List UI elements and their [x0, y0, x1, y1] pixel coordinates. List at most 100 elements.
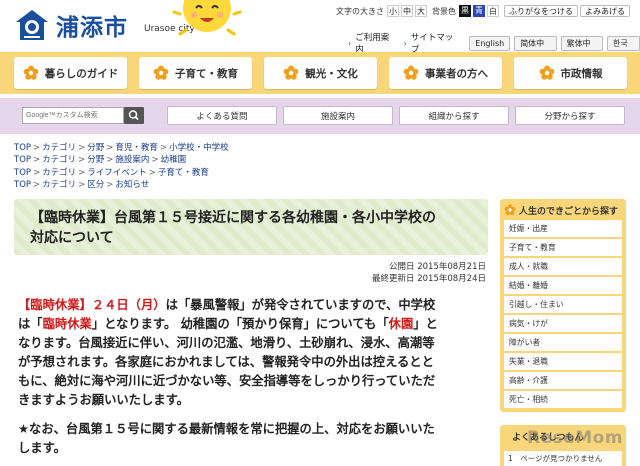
- bg-black-button[interactable]: 黒: [459, 5, 471, 17]
- nav-label: 観光・文化: [305, 67, 358, 80]
- flower-icon: [539, 65, 554, 80]
- breadcrumb-link[interactable]: 分野: [87, 155, 104, 165]
- breadcrumb-separator: >: [151, 155, 159, 166]
- breadcrumb-separator: >: [78, 179, 86, 190]
- life-events-sidebar: 人生のできごとから探す 妊娠・出産子育て・教育 成人・就職結婚・離婚引越し・住まい…: [500, 199, 626, 412]
- sidebar-item[interactable]: 引越し・住まい: [504, 296, 622, 313]
- breadcrumb-row: TOP > カテゴリ > 分野 > 育児・教育 > 小学校・中学校: [14, 142, 229, 154]
- sidebar-item[interactable]: 高齢・介護: [504, 372, 622, 389]
- breadcrumb-link[interactable]: TOP: [14, 155, 31, 165]
- breadcrumb-separator: >: [78, 167, 86, 178]
- sidebar-item[interactable]: 妊娠・出産: [504, 220, 622, 237]
- nav-tourism-culture[interactable]: 観光・文化: [264, 57, 377, 89]
- nav-label: 事業者の方へ: [425, 67, 488, 80]
- resemom-watermark: ReseMom: [527, 428, 624, 448]
- breadcrumb-link[interactable]: 分野: [87, 143, 104, 153]
- title-line: 【臨時休業】台風第１５号接近に関する各幼稚園・各小中学校の: [30, 210, 436, 226]
- closure-highlight: 臨時休業: [42, 317, 92, 331]
- search-by-organization-button[interactable]: 組織から探す: [399, 106, 509, 125]
- article-dates: 公開日 2015年08月21日 最終更新日 2015年08月24日: [360, 261, 486, 285]
- closure-notice: 【臨時休業】２４日（月）: [18, 298, 166, 312]
- body-text: は「: [18, 317, 43, 331]
- body-line: もに、絶対に海や河川に近づかない等、安全指導等をしっかり行っていただ: [18, 374, 436, 388]
- lang-simplified-chinese-button[interactable]: 简体中文: [514, 35, 557, 62]
- flower-icon: [504, 204, 516, 216]
- breadcrumb-link[interactable]: TOP: [14, 168, 31, 178]
- breadcrumb-link[interactable]: 施設案内: [115, 155, 149, 165]
- bg-blue-button[interactable]: 青: [473, 5, 485, 17]
- body-line: が予想されます。各家庭におかれましては、警報発令中の外出は控えるとと: [18, 355, 434, 369]
- sidebar-item[interactable]: 成人・就職: [504, 258, 622, 275]
- faq-button[interactable]: よくある質問: [167, 106, 277, 125]
- breadcrumb-link[interactable]: カテゴリ: [42, 168, 76, 178]
- nav-label: 市政情報: [560, 67, 603, 80]
- furigana-button[interactable]: ふりがなをつける: [504, 5, 578, 17]
- breadcrumb-separator: >: [78, 143, 86, 153]
- facility-guide-button[interactable]: 施設案内: [283, 106, 393, 125]
- article-body: 【臨時休業】２４日（月）は「暴風警報」が発令されていますので、中学校 は「臨時休…: [18, 296, 484, 410]
- breadcrumb-link[interactable]: 小学校・中学校: [169, 143, 229, 153]
- search-by-field-button[interactable]: 分野から探す: [515, 106, 625, 125]
- body-line: は「臨時休業」となります。 幼稚園の「預かり保育」についても「休園」と: [18, 315, 484, 334]
- nav-city-government[interactable]: 市政情報: [514, 57, 627, 89]
- breadcrumb-link[interactable]: お知らせ: [115, 180, 149, 190]
- bg-white-button[interactable]: 白: [487, 5, 499, 17]
- breadcrumb-separator: >: [33, 167, 41, 178]
- breadcrumb-link[interactable]: 区分: [87, 180, 104, 190]
- lang-korean-button[interactable]: 한국어: [607, 35, 640, 62]
- nav-for-businesses[interactable]: 事業者の方へ: [389, 57, 502, 89]
- sidebar-item[interactable]: 結婚・離婚: [504, 277, 622, 294]
- breadcrumb-link[interactable]: カテゴリ: [42, 143, 76, 153]
- breadcrumb-link[interactable]: TOP: [14, 180, 31, 190]
- global-nav: 暮らしのガイド 子育て・教育 観光・文化 事業者の方へ 市政情報: [0, 52, 640, 94]
- sidebar-heading: 人生のできごとから探す: [504, 202, 622, 218]
- breadcrumb-separator: >: [159, 143, 168, 153]
- nav-label: 子育て・教育: [175, 67, 238, 80]
- body-line: きますようお願いいたします。: [18, 393, 189, 407]
- article-title-box: 【臨時休業】台風第１５号接近に関する各幼稚園・各小中学校の 対応について: [14, 199, 488, 255]
- font-size-medium-button[interactable]: 中: [401, 5, 413, 17]
- breadcrumb-link[interactable]: 幼稚園: [161, 155, 187, 165]
- breadcrumb-link[interactable]: 子育て・教育: [158, 168, 209, 178]
- article-note: ★なお、台風第１５号に関する最新情報を常に把握の上、対応をお願いいた します。: [18, 420, 484, 458]
- sun-mascot-icon: [172, 0, 242, 36]
- breadcrumb-link[interactable]: カテゴリ: [42, 155, 76, 165]
- breadcrumbs: TOP > カテゴリ > 分野 > 育児・教育 > 小学校・中学校 TOP > カテゴリ > 分野 > 施設案…: [14, 142, 229, 191]
- flower-icon: [283, 65, 299, 80]
- search-icon: [128, 110, 139, 121]
- faq-item[interactable]: 1 ページが見つかりません: [504, 451, 622, 466]
- read-aloud-button[interactable]: よみあげる: [580, 5, 630, 17]
- note-line: ★なお、台風第１５号に関する最新情報を常に把握の上、対応をお願いいた: [18, 422, 435, 436]
- search-bar-row: よくある質問 施設案内 組織から探す 分野から探す: [0, 98, 640, 134]
- note-line: します。: [18, 441, 66, 455]
- breadcrumb-separator: >: [33, 155, 41, 166]
- lang-english-button[interactable]: English: [469, 35, 511, 51]
- flower-icon: [403, 65, 419, 80]
- nav-childcare-education[interactable]: 子育て・教育: [139, 57, 252, 89]
- nav-label: 暮らしのガイド: [44, 67, 119, 80]
- chevron-right-icon: ›: [348, 38, 352, 48]
- search-input[interactable]: [22, 107, 124, 124]
- nav-living-guide[interactable]: 暮らしのガイド: [14, 57, 127, 89]
- sidebar-item[interactable]: 障がい者: [504, 334, 622, 351]
- flower-icon: [153, 65, 169, 80]
- sidebar-item[interactable]: 失業・退職: [504, 353, 622, 370]
- published-date: 公開日 2015年08月21日: [389, 262, 486, 272]
- search-button[interactable]: [124, 107, 144, 124]
- breadcrumb-separator: >: [78, 155, 86, 166]
- lang-traditional-chinese-button[interactable]: 繁体中文: [560, 35, 603, 62]
- font-size-large-button[interactable]: 大: [415, 5, 427, 17]
- breadcrumb-row: TOP > カテゴリ > ライフイベント > 子育て・教育: [14, 167, 229, 179]
- page-title: 【臨時休業】台風第１５号接近に関する各幼稚園・各小中学校の 対応について: [30, 208, 480, 248]
- breadcrumb-separator: >: [106, 143, 114, 153]
- sidebar-item[interactable]: 子育て・教育: [504, 239, 622, 256]
- breadcrumb-link[interactable]: TOP: [14, 143, 31, 153]
- breadcrumb-link[interactable]: ライフイベント: [87, 168, 147, 178]
- city-name: 浦添市: [56, 15, 128, 41]
- sidebar-item[interactable]: 病気・けが: [504, 315, 622, 332]
- sidebar-item[interactable]: 死亡・相続: [504, 391, 622, 408]
- breadcrumb-link[interactable]: 育児・教育: [115, 143, 158, 153]
- sidebar-heading-label: 人生のできごとから探す: [519, 206, 619, 217]
- breadcrumb-link[interactable]: カテゴリ: [42, 180, 76, 190]
- font-size-small-button[interactable]: 小: [387, 5, 399, 17]
